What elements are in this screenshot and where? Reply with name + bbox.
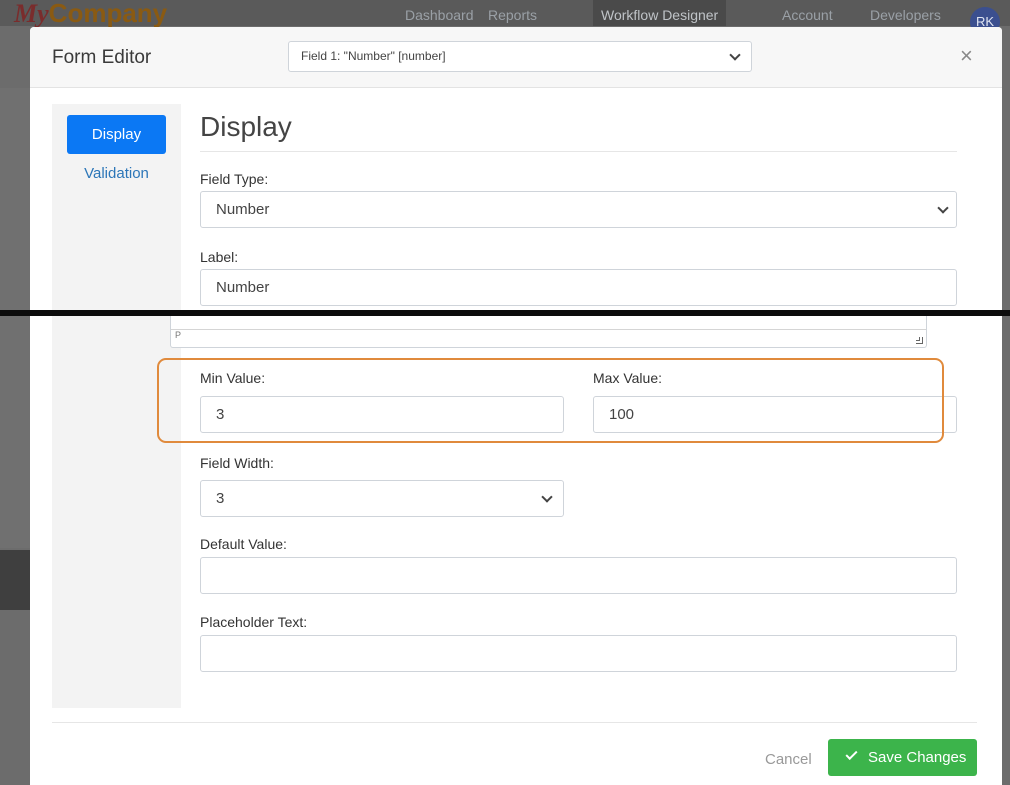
save-changes-button[interactable]: Save Changes xyxy=(828,739,977,776)
field-width-label: Field Width: xyxy=(200,455,274,471)
nav-account[interactable]: Account xyxy=(782,0,833,26)
check-icon xyxy=(845,747,858,761)
nav-dashboard[interactable]: Dashboard xyxy=(405,0,474,26)
save-changes-label: Save Changes xyxy=(868,749,967,766)
chevron-down-icon xyxy=(541,491,553,503)
field-type-value: Number xyxy=(216,201,270,218)
tab-validation[interactable]: Validation xyxy=(52,165,181,182)
field-type-label: Field Type: xyxy=(200,171,269,187)
background-top-bar: MyCompany Dashboard Reports Workflow Des… xyxy=(0,0,1010,37)
background-sidebar xyxy=(0,88,30,548)
chevron-down-icon xyxy=(937,202,949,214)
field-selector-value: Field 1: "Number" [number] xyxy=(301,49,446,63)
section-divider xyxy=(200,151,957,152)
nav-workflow-designer[interactable]: Workflow Designer xyxy=(593,0,727,26)
resize-handle-icon[interactable] xyxy=(916,337,923,344)
field-width-select[interactable]: 3 xyxy=(200,480,564,517)
placeholder-text-input[interactable] xyxy=(200,635,957,672)
default-value-label: Default Value: xyxy=(200,536,287,552)
min-max-highlight xyxy=(157,358,944,443)
description-textarea[interactable]: P xyxy=(170,316,927,348)
label-field-label: Label: xyxy=(200,249,239,265)
close-button[interactable]: × xyxy=(960,45,973,67)
section-title: Display xyxy=(200,111,292,142)
field-width-value: 3 xyxy=(216,490,225,507)
field-selector[interactable]: Field 1: "Number" [number] xyxy=(288,41,752,72)
company-logo: MyCompany xyxy=(14,0,168,28)
label-input-value: Number xyxy=(216,279,270,296)
field-type-select[interactable]: Number xyxy=(200,191,957,228)
default-value-input[interactable] xyxy=(200,557,957,594)
nav-developers[interactable]: Developers xyxy=(870,0,941,26)
chevron-down-icon xyxy=(729,49,741,61)
footer-divider xyxy=(52,722,977,723)
modal-header: Form Editor Field 1: "Number" [number] × xyxy=(30,27,1002,88)
cancel-button[interactable]: Cancel xyxy=(765,751,812,768)
textarea-status-line xyxy=(171,329,926,330)
background-dark-panel xyxy=(0,550,30,610)
nav-reports[interactable]: Reports xyxy=(488,0,537,26)
tab-display[interactable]: Display xyxy=(67,115,166,154)
label-input[interactable]: Number xyxy=(200,269,957,306)
placeholder-text-label: Placeholder Text: xyxy=(200,614,308,630)
textarea-path-text: P xyxy=(175,330,182,340)
modal-title: Form Editor xyxy=(52,47,152,68)
